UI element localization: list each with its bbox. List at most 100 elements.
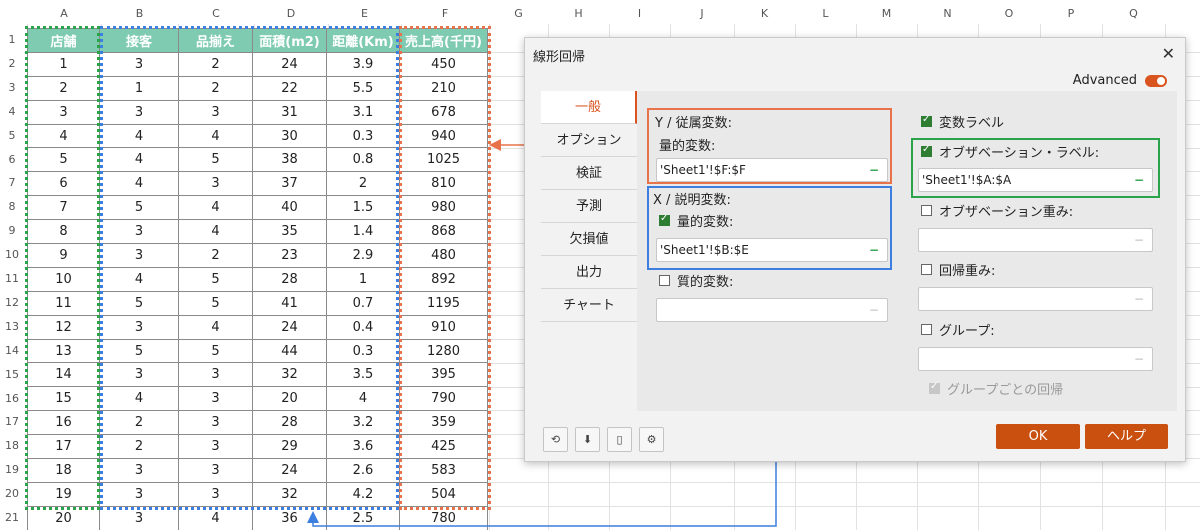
- header-cell[interactable]: 面積(m2): [252, 28, 327, 53]
- table-cell[interactable]: 2.6: [326, 458, 400, 483]
- obs-labels-input[interactable]: 'Sheet1'!$A:$A −: [918, 168, 1153, 192]
- column-header[interactable]: N: [917, 4, 978, 24]
- column-header[interactable]: K: [734, 4, 795, 24]
- x-qual-checkbox[interactable]: [659, 275, 670, 286]
- table-cell[interactable]: 4: [99, 171, 179, 197]
- column-header[interactable]: C: [178, 4, 254, 24]
- obs-labels-checkbox[interactable]: [921, 144, 932, 157]
- table-cell[interactable]: 3: [99, 219, 179, 245]
- table-cell[interactable]: 1: [27, 51, 100, 77]
- table-cell[interactable]: 940: [399, 123, 488, 149]
- table-cell[interactable]: 780: [399, 505, 488, 530]
- table-cell[interactable]: 4: [178, 505, 253, 530]
- table-cell[interactable]: 3: [178, 481, 253, 507]
- table-cell[interactable]: 450: [399, 51, 488, 77]
- table-cell[interactable]: 4: [99, 266, 179, 292]
- table-cell[interactable]: 504: [399, 481, 488, 507]
- table-cell[interactable]: 16: [27, 410, 100, 436]
- table-cell[interactable]: 2: [178, 75, 253, 101]
- table-cell[interactable]: 5: [99, 338, 179, 364]
- table-cell[interactable]: 4: [99, 123, 179, 149]
- tab-validation[interactable]: 検証: [541, 157, 637, 190]
- row-header[interactable]: 13: [0, 315, 24, 339]
- table-cell[interactable]: 5: [178, 147, 253, 173]
- column-header[interactable]: A: [27, 4, 101, 24]
- table-cell[interactable]: 868: [399, 219, 488, 245]
- row-header[interactable]: 1: [0, 28, 24, 52]
- column-header[interactable]: I: [609, 4, 670, 24]
- y-quant-input[interactable]: 'Sheet1'!$F:$F −: [656, 158, 888, 182]
- row-header[interactable]: 4: [0, 100, 24, 124]
- table-cell[interactable]: 9: [27, 243, 100, 268]
- reg-weights-input[interactable]: −: [918, 287, 1153, 311]
- column-header[interactable]: M: [856, 4, 917, 24]
- table-cell[interactable]: 892: [399, 266, 488, 292]
- table-cell[interactable]: 2.9: [326, 243, 400, 268]
- table-cell[interactable]: 24: [252, 458, 327, 483]
- table-cell[interactable]: 3: [178, 171, 253, 197]
- row-header[interactable]: 19: [0, 458, 24, 482]
- column-header[interactable]: B: [101, 4, 178, 24]
- column-header[interactable]: P: [1040, 4, 1102, 24]
- reset-icon[interactable]: ⟲: [543, 427, 568, 452]
- table-cell[interactable]: 36: [252, 505, 327, 530]
- table-cell[interactable]: 4: [326, 386, 400, 412]
- table-cell[interactable]: 28: [252, 410, 327, 436]
- table-cell[interactable]: 2: [178, 51, 253, 77]
- obs-weights-checkbox[interactable]: [921, 205, 932, 216]
- table-cell[interactable]: 583: [399, 458, 488, 483]
- table-cell[interactable]: 0.3: [326, 123, 400, 149]
- table-cell[interactable]: 3.1: [326, 99, 400, 125]
- table-cell[interactable]: 13: [27, 338, 100, 364]
- column-header[interactable]: J: [670, 4, 734, 24]
- table-cell[interactable]: 1: [326, 266, 400, 292]
- tab-prediction[interactable]: 予測: [541, 190, 637, 223]
- table-cell[interactable]: 3: [99, 505, 179, 530]
- table-cell[interactable]: 480: [399, 243, 488, 268]
- table-cell[interactable]: 2: [99, 434, 179, 460]
- table-cell[interactable]: 32: [252, 362, 327, 388]
- table-cell[interactable]: 20: [27, 505, 100, 530]
- column-header[interactable]: Q: [1102, 4, 1165, 24]
- table-cell[interactable]: 3: [99, 314, 179, 340]
- table-cell[interactable]: 5: [178, 338, 253, 364]
- table-cell[interactable]: 5: [178, 266, 253, 292]
- table-cell[interactable]: 3: [99, 362, 179, 388]
- row-header[interactable]: 3: [0, 76, 24, 100]
- groups-checkbox[interactable]: [921, 324, 932, 335]
- table-cell[interactable]: 18: [27, 458, 100, 483]
- groups-input[interactable]: −: [918, 347, 1153, 371]
- table-cell[interactable]: 23: [252, 243, 327, 268]
- table-cell[interactable]: 10: [27, 266, 100, 292]
- table-cell[interactable]: 4: [99, 386, 179, 412]
- table-cell[interactable]: 3: [99, 99, 179, 125]
- table-cell[interactable]: 4: [178, 195, 253, 221]
- table-cell[interactable]: 3: [178, 458, 253, 483]
- table-cell[interactable]: 3: [27, 99, 100, 125]
- table-cell[interactable]: 1195: [399, 290, 488, 316]
- table-cell[interactable]: 24: [252, 314, 327, 340]
- tab-output[interactable]: 出力: [541, 256, 637, 289]
- x-remove-icon[interactable]: −: [869, 239, 879, 261]
- table-cell[interactable]: 5.5: [326, 75, 400, 101]
- table-cell[interactable]: 37: [252, 171, 327, 197]
- row-header[interactable]: 10: [0, 243, 24, 267]
- table-cell[interactable]: 5: [27, 147, 100, 173]
- row-header[interactable]: 17: [0, 410, 24, 434]
- table-cell[interactable]: 20: [252, 386, 327, 412]
- obs-labels-remove-icon[interactable]: −: [1134, 169, 1144, 191]
- mouse-icon[interactable]: ▯: [607, 427, 632, 452]
- table-cell[interactable]: 1025: [399, 147, 488, 173]
- header-cell[interactable]: 売上高(千円): [399, 28, 488, 53]
- table-cell[interactable]: 1: [99, 75, 179, 101]
- row-header[interactable]: 2: [0, 52, 24, 76]
- column-header[interactable]: H: [548, 4, 609, 24]
- table-cell[interactable]: 4: [178, 219, 253, 245]
- table-cell[interactable]: 3: [99, 481, 179, 507]
- header-cell[interactable]: 店舗: [27, 28, 100, 53]
- groups-remove-icon[interactable]: −: [1134, 348, 1144, 370]
- column-header[interactable]: D: [254, 4, 328, 24]
- row-header[interactable]: 8: [0, 195, 24, 219]
- table-cell[interactable]: 5: [178, 290, 253, 316]
- row-header[interactable]: 11: [0, 267, 24, 291]
